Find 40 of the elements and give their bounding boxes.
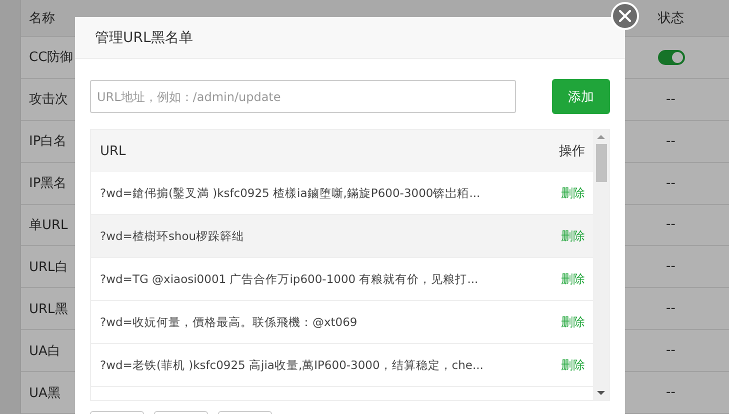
table-cell-text: --	[665, 176, 676, 191]
table-cell: IP白名	[29, 134, 67, 150]
column-header: URL	[99, 144, 126, 158]
table-cell: IP黑名	[29, 176, 67, 192]
scroll-thumb[interactable]	[596, 144, 606, 182]
table-cell: UA黑	[29, 386, 60, 401]
toggle-switch[interactable]	[658, 50, 685, 65]
url-cell-text: ?wd=鎗伄掮(鑿叉満 )ksfc0925 楂樣ia鏀堕噺,鏋旋P600-3000锛岀粨...	[99, 186, 480, 200]
table-cell: UA白	[29, 344, 60, 359]
column-header: 名称	[29, 10, 55, 26]
table-cell: URL黑	[29, 302, 68, 317]
table-cell-text: --	[665, 385, 676, 400]
delete-link[interactable]: 删除	[561, 270, 593, 288]
scroll-down-icon[interactable]	[597, 390, 605, 396]
add-button[interactable]: 添加	[552, 79, 610, 114]
url-cell-text: ?wd=老铁(菲机 )ksfc0925 高jia收量,萬IP600-3000，结算稳定，che...	[99, 358, 484, 372]
table-row[interactable]: ?wd=楂樹环shou椤跺簳绌 删除	[91, 215, 593, 258]
delete-link[interactable]: 删除	[561, 228, 593, 244]
dialog-title: 管理URL黑名单	[95, 28, 193, 46]
url-cell-text: ?wd=楂樹环shou椤跺簳绌	[99, 228, 244, 244]
scroll-up-icon[interactable]	[597, 134, 605, 140]
table-cell-text: --	[665, 217, 676, 232]
table-cell-text: --	[665, 343, 676, 358]
scrollbar[interactable]	[593, 130, 609, 400]
table-cell-text: --	[665, 92, 676, 107]
table-cell: 攻击次	[29, 92, 68, 108]
table-cell: 单URL	[29, 218, 68, 233]
delete-link[interactable]: 删除	[561, 184, 593, 202]
table-cell-text: --	[665, 259, 676, 274]
delete-link[interactable]: 删除	[561, 356, 593, 374]
column-header: 状态	[658, 10, 684, 27]
url-cell-text: ?wd=收妧何量，價格最高。联係飛機：@xt069	[99, 314, 358, 330]
delete-link[interactable]: 删除	[561, 314, 593, 330]
table-cell-text: --	[665, 301, 676, 316]
table-cell-text: --	[665, 134, 676, 149]
table-cell: CC防御	[29, 50, 74, 66]
column-header: 操作	[559, 143, 586, 160]
url-cell-text: ?wd=TG @xiaosi0001 广告合作万ip600-1000 有粮就有价，见粮打...	[99, 272, 478, 286]
table-cell: URL白	[29, 260, 68, 275]
url-input-field[interactable]: URL地址，例如：/admin/update	[90, 80, 516, 113]
